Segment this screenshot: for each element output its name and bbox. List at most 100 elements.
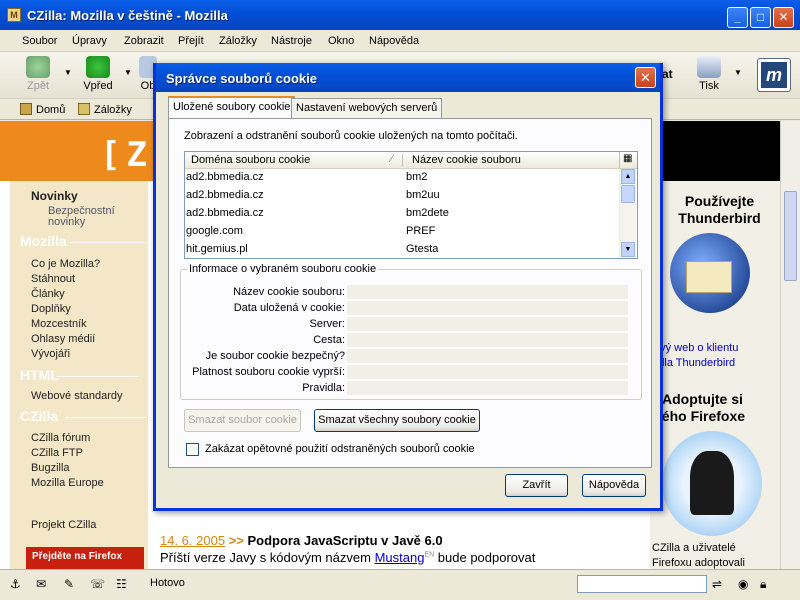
cookie-row[interactable]: ad2.bbmedia.cz bm2 — [185, 169, 619, 187]
sidebar-item[interactable]: Mozcestník — [31, 318, 87, 330]
printer-icon — [697, 56, 721, 78]
home-link[interactable]: Domů — [36, 104, 65, 116]
back-arrow-icon — [26, 56, 50, 78]
cookie-name: bm2dete — [406, 207, 449, 219]
sidebar-item[interactable]: Webové standardy — [31, 390, 123, 402]
mail-icon[interactable]: ✉ — [36, 577, 46, 591]
sidebar-security-news-2[interactable]: novinky — [48, 216, 85, 228]
news-date[interactable]: 14. 6. 2005 — [160, 533, 225, 548]
cookie-info-group: Informace o vybraném souboru cookie Náze… — [180, 263, 642, 400]
info-field-value — [347, 285, 628, 299]
sidebar-item[interactable]: Stáhnout — [31, 273, 75, 285]
scrollbar-thumb[interactable] — [784, 191, 797, 281]
info-field-row: Platnost souboru cookie vyprší: — [181, 364, 631, 380]
menu-nastroje[interactable]: Nástroje — [271, 35, 312, 47]
sidebar-item[interactable]: CZilla FTP — [31, 447, 83, 459]
info-field-label: Server: — [309, 318, 345, 330]
help-button[interactable]: Nápověda — [582, 474, 646, 497]
delete-cookie-button[interactable]: Smazat soubor cookie — [184, 409, 301, 432]
status-bar: ⚓ ✉ ✎ ☏ ☷ Hotovo ⇌ ◉ 🔒︎ — [0, 569, 800, 600]
thunderbird-link-2[interactable]: zilla Thunderbird — [654, 357, 735, 369]
column-picker-icon[interactable]: ▦ — [623, 153, 632, 164]
info-field-label: Název cookie souboru: — [233, 286, 345, 298]
dialog-description: Zobrazení a odstranění souborů cookie ul… — [184, 130, 518, 142]
menu-zobrazit[interactable]: Zobrazit — [124, 35, 164, 47]
cookie-list[interactable]: Doména souboru cookie ⁄ Název cookie sou… — [184, 151, 638, 259]
print-dropdown-icon[interactable]: ▼ — [734, 68, 742, 77]
cookie-domain: ad2.bbmedia.cz — [186, 189, 264, 201]
page-scrollbar[interactable] — [780, 121, 800, 569]
menu-upravy[interactable]: Úpravy — [72, 35, 107, 47]
sidebar-news[interactable]: Novinky — [31, 189, 78, 203]
block-removed-cookies-checkbox[interactable] — [186, 443, 199, 456]
maximize-button[interactable]: □ — [750, 7, 771, 28]
sidebar-item[interactable]: Mozilla Europe — [31, 477, 104, 489]
sidebar-item[interactable]: Co je Mozilla? — [31, 258, 100, 270]
thunderbird-promo-title: Používejte Thunderbird — [678, 193, 761, 226]
sidebar-item[interactable]: Vývojáři — [31, 348, 70, 360]
close-button[interactable]: ✕ — [773, 7, 794, 28]
sidebar-item[interactable]: CZilla fórum — [31, 432, 90, 444]
menu-soubor[interactable]: Soubor — [22, 35, 57, 47]
info-field-value — [347, 349, 628, 363]
tab-site-settings[interactable]: Nastavení webových serverů — [291, 98, 443, 118]
sidebar-item[interactable]: Bugzilla — [31, 462, 70, 474]
mozilla-throbber[interactable]: m — [757, 58, 791, 92]
cookie-row[interactable]: ad2.bbmedia.cz bm2uu — [185, 187, 619, 205]
menu-okno[interactable]: Okno — [328, 35, 354, 47]
sidebar-item[interactable]: Doplňky — [31, 303, 71, 315]
menu-prejit[interactable]: Přejít — [178, 35, 204, 47]
composer-icon[interactable]: ✎ — [64, 577, 74, 591]
cookie-row[interactable]: hit.gemius.pl Gtesta — [185, 241, 619, 259]
privacy-eye-icon[interactable]: ◉ — [738, 577, 748, 591]
back-button[interactable]: Zpět — [22, 56, 54, 92]
minimize-button[interactable]: _ — [727, 7, 748, 28]
bookmarks-icon — [78, 103, 90, 115]
lock-icon[interactable]: 🔒︎ — [760, 577, 766, 592]
status-text: Hotovo — [150, 577, 185, 589]
switch-to-firefox-button[interactable]: Přejděte na Firefox — [26, 547, 144, 569]
sidebar-item[interactable]: Články — [31, 288, 65, 300]
column-name-header[interactable]: Název cookie souboru — [412, 154, 521, 166]
scrollbar-thumb[interactable] — [621, 185, 635, 203]
info-field-label: Platnost souboru cookie vyprší: — [192, 366, 345, 378]
column-domain-header[interactable]: Doména souboru cookie — [191, 154, 310, 166]
home-icon — [20, 103, 32, 115]
forward-button[interactable]: Vpřed — [80, 56, 116, 92]
sidebar-item[interactable]: Ohlasy médií — [31, 333, 95, 345]
red-panda-logo-icon[interactable] — [662, 431, 762, 536]
mozilla-logo-icon: m — [761, 62, 787, 88]
news-link[interactable]: Mustang — [375, 550, 425, 565]
navigator-icon[interactable]: ⚓ — [10, 577, 21, 591]
menu-zalozky[interactable]: Záložky — [219, 35, 257, 47]
search-button-label[interactable]: at — [662, 67, 673, 81]
info-field-row: Je soubor cookie bezpečný? — [181, 348, 631, 364]
connection-icon[interactable]: ⇌ — [712, 577, 722, 591]
close-dialog-button[interactable]: Zavřít — [505, 474, 568, 497]
print-button[interactable]: Tisk — [694, 56, 724, 92]
adopt-promo-title-2: vého Firefoxe — [654, 408, 746, 424]
back-dropdown-icon[interactable]: ▼ — [64, 68, 72, 77]
chat-icon[interactable]: ☏ — [90, 577, 105, 591]
divider — [58, 376, 138, 377]
tab-stored-cookies[interactable]: Uložené soubory cookie — [168, 96, 296, 119]
scroll-up-icon[interactable]: ▲ — [621, 169, 635, 184]
addressbook-icon[interactable]: ☷ — [116, 577, 127, 591]
window-title: CZilla: Mozilla v češtině - Mozilla — [27, 8, 228, 23]
menu-napoveda[interactable]: Nápověda — [369, 35, 419, 47]
scroll-down-icon[interactable]: ▼ — [621, 242, 635, 257]
cookie-row[interactable]: ad2.bbmedia.cz bm2dete — [185, 205, 619, 223]
cookie-row[interactable]: google.com PREF — [185, 223, 619, 241]
cookie-domain: google.com — [186, 225, 243, 237]
forward-dropdown-icon[interactable]: ▼ — [124, 68, 132, 77]
sidebar-item[interactable]: Projekt CZilla — [31, 519, 96, 531]
dialog-close-button[interactable]: ✕ — [635, 67, 656, 88]
bookmarks-link[interactable]: Záložky — [94, 104, 132, 116]
sidebar-heading-czilla: CZilla — [20, 408, 59, 424]
dialog-titlebar: Správce souborů cookie ✕ — [156, 63, 660, 92]
thunderbird-logo-icon[interactable] — [670, 233, 750, 313]
list-scrollbar[interactable]: ▲ ▼ — [619, 169, 636, 258]
thunderbird-link-1[interactable]: ový web o klientu — [654, 342, 738, 354]
delete-all-cookies-button[interactable]: Smazat všechny soubory cookie — [314, 409, 480, 432]
adopt-promo-title-1: Adoptujte si — [662, 391, 743, 407]
